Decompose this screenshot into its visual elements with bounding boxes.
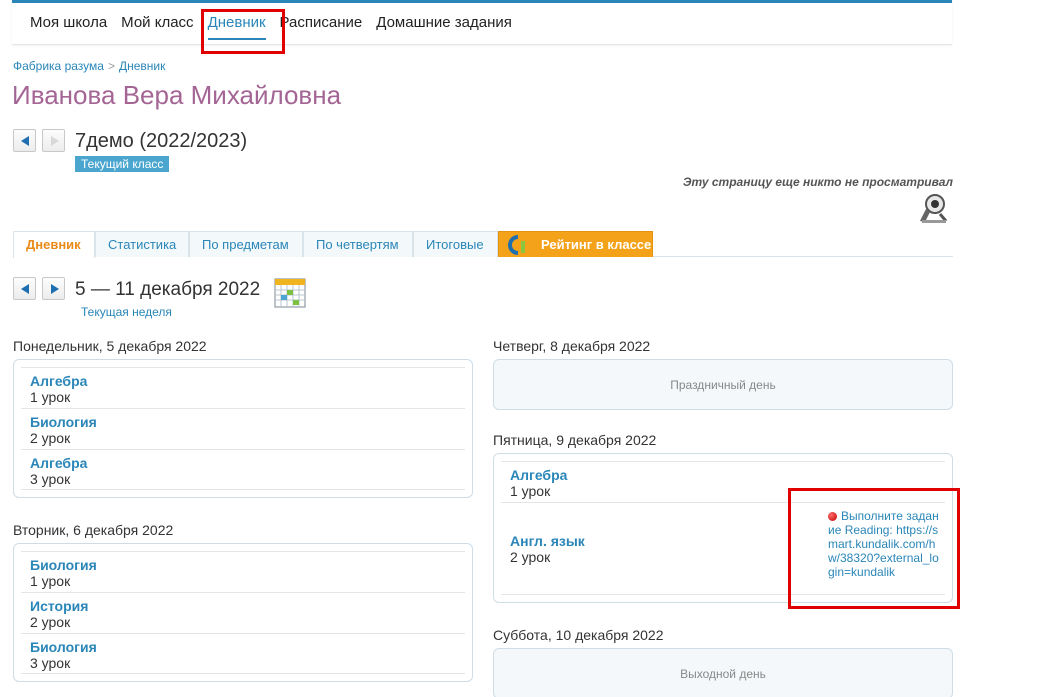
prev-class-button[interactable] <box>13 129 36 152</box>
nav-homework[interactable]: Домашние задания <box>376 14 512 40</box>
lesson-subject-link[interactable]: Алгебра <box>510 467 936 483</box>
lesson-row: Алгебра 3 урок <box>21 449 465 490</box>
arrow-right-icon <box>51 284 59 294</box>
lesson-number: 3 урок <box>30 471 71 487</box>
lesson-number: 2 урок <box>30 614 71 630</box>
lesson-row: Алгебра 1 урок <box>501 461 945 502</box>
lesson-number: 3 урок <box>30 655 71 671</box>
homework-link[interactable]: Выполните задание Reading: https://smart… <box>828 509 940 579</box>
rating-logo-icon <box>508 235 525 255</box>
lesson-info: Англ. язык 2 урок <box>510 533 585 565</box>
lesson-subject-link[interactable]: Биология <box>30 557 456 573</box>
next-week-button[interactable] <box>42 277 65 300</box>
lesson-row: Биология 3 урок <box>21 633 465 674</box>
tab-class-rating[interactable]: Рейтинг в классе <box>498 231 653 257</box>
lesson-row: Алгебра 1 урок <box>21 367 465 408</box>
tab-diary[interactable]: Дневник <box>13 231 95 258</box>
class-name: 7демо (2022/2023) <box>75 130 248 152</box>
day-title-saturday: Суббота, 10 декабря 2022 <box>493 627 664 643</box>
nav-schedule[interactable]: Расписание <box>280 14 363 40</box>
weekend-text: Выходной день <box>680 666 766 681</box>
main-nav: Моя школа Мой класс Дневник Расписание Д… <box>30 14 526 40</box>
breadcrumb-separator: > <box>107 59 115 73</box>
arrow-right-icon <box>51 136 59 146</box>
top-navigation-bar: Моя школа Мой класс Дневник Расписание Д… <box>12 0 952 45</box>
day-card-thursday: Праздничный день <box>493 359 953 410</box>
breadcrumb-current-link[interactable]: Дневник <box>119 59 165 73</box>
lesson-subject-link[interactable]: История <box>30 598 456 614</box>
tab-final[interactable]: Итоговые <box>413 231 498 257</box>
lesson-number: 2 урок <box>510 549 551 565</box>
calendar-icon[interactable] <box>274 276 306 308</box>
lesson-row: История 2 урок <box>21 592 465 633</box>
tab-statistics[interactable]: Статистика <box>95 231 189 257</box>
week-title: 5 — 11 декабря 2022 <box>75 279 261 300</box>
day-card-friday: Алгебра 1 урок Англ. язык 2 урок Выполни… <box>493 453 953 603</box>
lesson-subject-link[interactable]: Биология <box>30 414 456 430</box>
day-title-tuesday: Вторник, 6 декабря 2022 <box>13 522 174 538</box>
lesson-number: 1 урок <box>30 573 71 589</box>
day-card-tuesday: Биология 1 урок История 2 урок Биология … <box>13 543 473 682</box>
lesson-number: 1 урок <box>510 483 551 499</box>
lesson-number: 1 урок <box>30 389 71 405</box>
tab-by-quarter[interactable]: По четвертям <box>303 231 413 257</box>
page-title: Иванова Вера Михайловна <box>12 80 342 110</box>
day-title-thursday: Четверг, 8 декабря 2022 <box>493 338 651 354</box>
nav-my-school[interactable]: Моя школа <box>30 14 107 40</box>
breadcrumb-root-link[interactable]: Фабрика разума <box>13 59 104 73</box>
nav-diary[interactable]: Дневник <box>207 14 266 40</box>
day-card-saturday: Выходной день <box>493 648 953 697</box>
lesson-subject-link[interactable]: Алгебра <box>30 373 456 389</box>
lesson-row: Биология 1 урок <box>21 551 465 592</box>
red-dot-icon <box>828 512 837 521</box>
day-card-monday: Алгебра 1 урок Биология 2 урок Алгебра 3… <box>13 359 473 498</box>
nav-my-class[interactable]: Мой класс <box>121 14 193 40</box>
holiday-text: Праздничный день <box>670 377 776 392</box>
current-class-badge: Текущий класс <box>75 156 170 172</box>
views-note: Эту страницу еще никто не просматривал <box>682 175 953 189</box>
tab-class-rating-label: Рейтинг в классе <box>541 237 652 252</box>
diary-tabs: Дневник Статистика По предметам По четве… <box>13 231 953 258</box>
lesson-row: Англ. язык 2 урок Выполните задание Read… <box>501 502 945 595</box>
day-title-friday: Пятница, 9 декабря 2022 <box>493 432 657 448</box>
arrow-left-icon <box>21 136 29 146</box>
next-class-button[interactable] <box>42 129 65 152</box>
lesson-number: 2 урок <box>30 430 71 446</box>
day-title-monday: Понедельник, 5 декабря 2022 <box>13 338 207 354</box>
current-week-link[interactable]: Текущая неделя <box>81 305 172 319</box>
viewers-icon <box>920 194 948 223</box>
lesson-subject-link[interactable]: Биология <box>30 639 456 655</box>
homework-text: Выполните задание Reading: https://smart… <box>828 509 939 579</box>
tab-by-subject[interactable]: По предметам <box>189 231 303 257</box>
breadcrumb: Фабрика разума > Дневник <box>13 59 165 73</box>
lesson-subject-link[interactable]: Англ. язык <box>510 533 585 549</box>
lesson-subject-link[interactable]: Алгебра <box>30 455 456 471</box>
arrow-left-icon <box>21 284 29 294</box>
lesson-row: Биология 2 урок <box>21 408 465 449</box>
prev-week-button[interactable] <box>13 277 36 300</box>
